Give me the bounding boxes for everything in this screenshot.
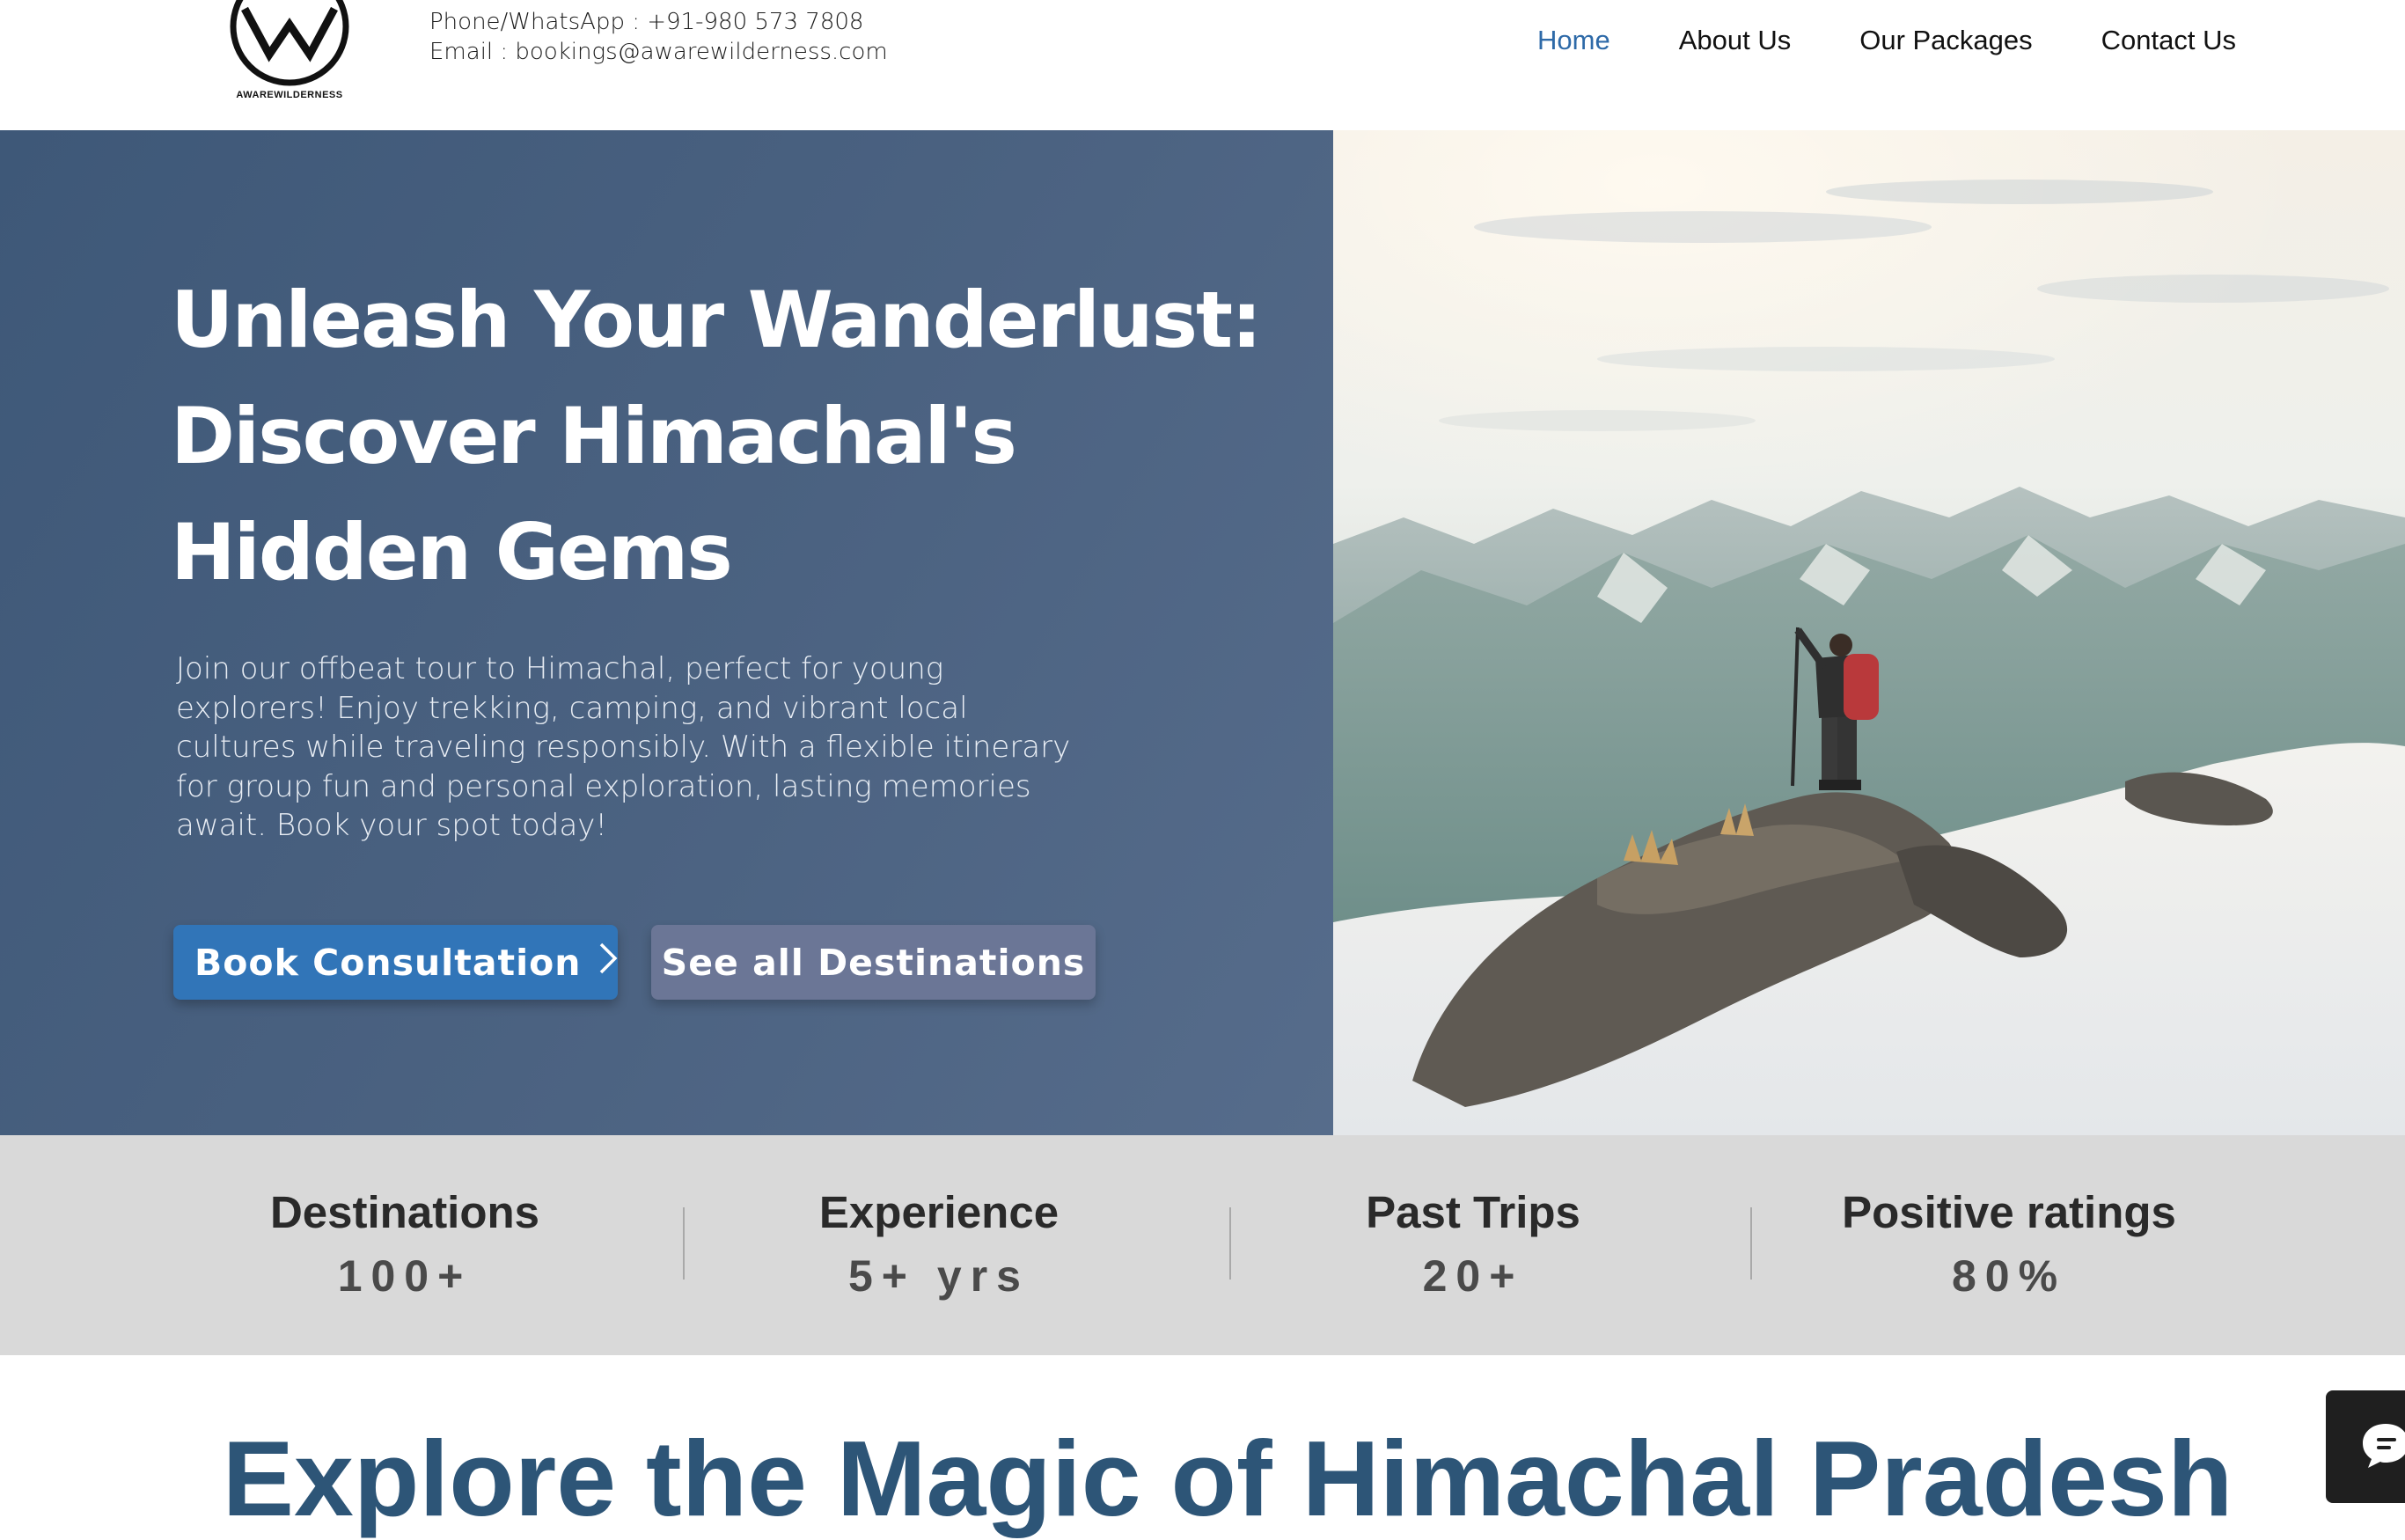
book-consultation-label: Book Consultation xyxy=(194,941,582,984)
stat-value: 5+ yrs xyxy=(848,1251,1030,1301)
chevron-right-icon xyxy=(596,941,619,985)
logo-text: AWAREWILDERNESS xyxy=(236,90,343,100)
contact-info: Phone/WhatsApp : +91-980 573 7808 Email … xyxy=(429,7,888,67)
hero-title: Unleash Your Wanderlust: Discover Himach… xyxy=(171,262,1297,611)
hero-image xyxy=(1333,130,2405,1135)
stat-past-trips: Past Trips 20+ xyxy=(1209,1186,1737,1302)
mountain-logo-icon xyxy=(230,0,349,86)
chat-icon xyxy=(2363,1424,2405,1468)
hero-description: Join our offbeat tour to Himachal, perfe… xyxy=(176,651,1071,843)
hero-title-line-2: Discover Himachal's xyxy=(171,391,1017,481)
stat-label: Experience xyxy=(818,1187,1060,1237)
see-all-destinations-button[interactable]: See all Destinations xyxy=(651,925,1096,1000)
site-logo[interactable]: AWAREWILDERNESS xyxy=(227,0,352,106)
see-all-destinations-label: See all Destinations xyxy=(661,941,1086,984)
hero-title-line-3: Hidden Gems xyxy=(171,507,733,598)
stat-value: 20+ xyxy=(1422,1251,1524,1301)
book-consultation-button[interactable]: Book Consultation xyxy=(173,925,618,1000)
stat-destinations: Destinations 100+ xyxy=(141,1186,669,1302)
stat-label: Past Trips xyxy=(1366,1187,1580,1237)
stats-band: Destinations 100+ Experience 5+ yrs Past… xyxy=(0,1135,2405,1355)
phone-text: Phone/WhatsApp : +91-980 573 7808 xyxy=(429,9,864,35)
stat-label: Destinations xyxy=(269,1187,540,1237)
nav-our-packages[interactable]: Our Packages xyxy=(1859,25,2032,56)
nav-home[interactable]: Home xyxy=(1537,25,1610,56)
stat-value: 80% xyxy=(1951,1251,2067,1301)
nav-about-us[interactable]: About Us xyxy=(1679,25,1792,56)
main-nav: Home About Us Our Packages Contact Us xyxy=(1537,25,2236,56)
section-title: Explore the Magic of Himachal Pradesh xyxy=(222,1419,2233,1538)
site-header: AWAREWILDERNESS Phone/WhatsApp : +91-980… xyxy=(0,0,2405,130)
hero-panel: Unleash Your Wanderlust: Discover Himach… xyxy=(0,130,1333,1135)
nav-contact-us[interactable]: Contact Us xyxy=(2101,25,2236,56)
chat-widget-button[interactable] xyxy=(2326,1390,2405,1503)
stat-label: Positive ratings xyxy=(1842,1187,2176,1237)
stat-experience: Experience 5+ yrs xyxy=(675,1186,1203,1302)
hero-title-line-1: Unleash Your Wanderlust: xyxy=(171,275,1262,365)
email-text: Email : bookings@awarewilderness.com xyxy=(429,39,888,65)
stat-positive-ratings: Positive ratings 80% xyxy=(1745,1186,2273,1302)
stat-value: 100+ xyxy=(337,1251,473,1301)
